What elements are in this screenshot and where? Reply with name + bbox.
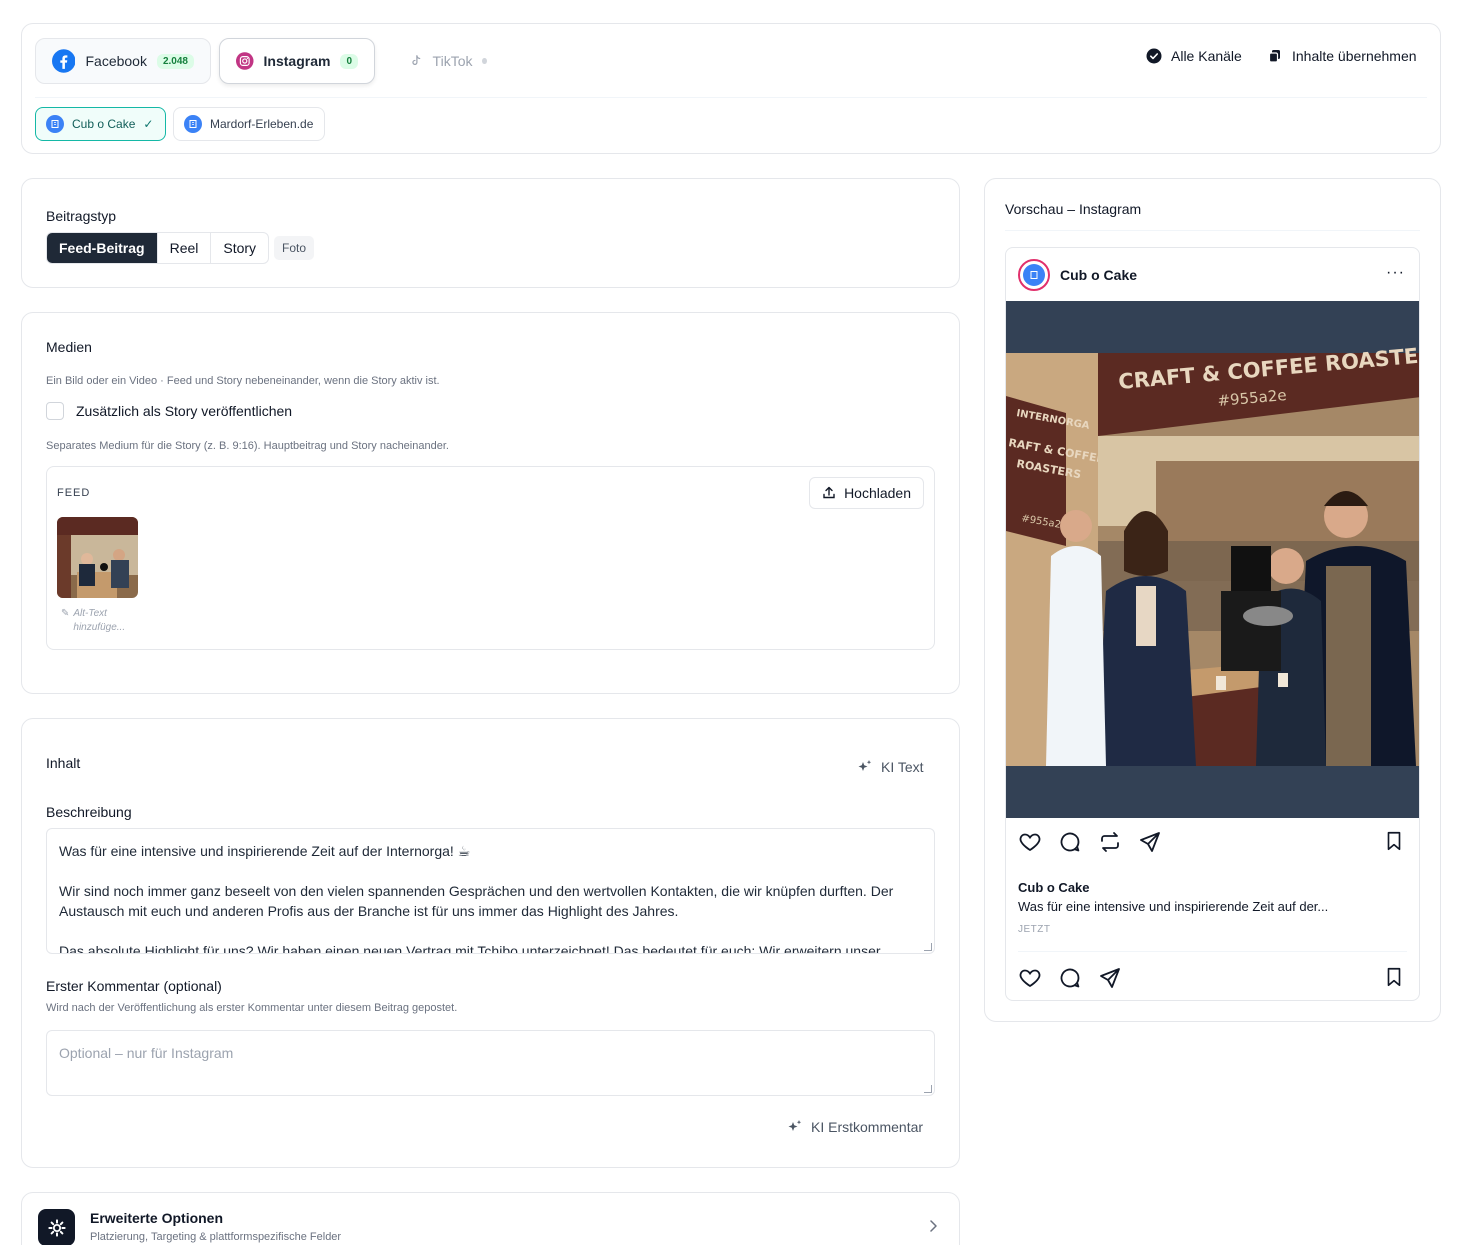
instagram-count-badge: 0 <box>340 53 358 69</box>
copy-content-button[interactable]: Inhalte übernehmen <box>1267 48 1417 64</box>
bookmark-icon[interactable] <box>1383 966 1405 988</box>
copy-icon <box>1268 50 1280 63</box>
section-title: Beitragstyp <box>46 208 117 224</box>
section-title: Medien <box>46 339 92 355</box>
description-textarea[interactable]: Was für eine intensive und inspirierende… <box>46 828 935 954</box>
post-image: CRAFT & COFFEE ROASTE #955a2e INTERNORGA… <box>1006 301 1419 818</box>
facebook-icon <box>52 49 76 73</box>
comment-icon[interactable] <box>1058 966 1082 990</box>
post-account-name: Cub o Cake <box>1060 266 1138 283</box>
post-actions <box>1018 830 1162 854</box>
caption-user: Cub o Cake <box>1018 880 1090 895</box>
first-comment-label: Erster Kommentar (optional) <box>46 978 222 994</box>
advanced-options[interactable]: Erweiterte Optionen Platzierung, Targeti… <box>21 1192 960 1245</box>
post-type-segmented: Feed-Beitrag Reel Story <box>46 232 270 264</box>
post-actions-secondary <box>1018 966 1122 990</box>
repost-icon[interactable] <box>1098 830 1122 854</box>
share-icon[interactable] <box>1138 830 1162 854</box>
post-type-card: Beitragstyp Feed-Beitrag Reel Story Foto <box>21 178 960 288</box>
all-channels-button[interactable]: Alle Kanäle <box>1146 48 1242 64</box>
sparkles-icon <box>858 760 872 771</box>
content-card: Inhalt KI Text Beschreibung Was für eine… <box>21 718 960 1168</box>
tiktok-status-dot <box>482 58 487 64</box>
divider <box>35 97 1427 98</box>
description-line: Das absolute Highlight für uns? Wir habe… <box>59 943 881 954</box>
description-line <box>59 921 922 941</box>
alt-text-label: Alt-Text hinzufüge... <box>73 608 126 633</box>
edit-icon: ✎ <box>61 608 70 619</box>
divider <box>1018 951 1407 952</box>
first-comment-placeholder: Optional – nur für Instagram <box>59 1045 234 1061</box>
tab-tiktok-label: TikTok <box>432 53 473 69</box>
upload-label: Hochladen <box>844 485 911 501</box>
description-line: Was für eine intensive und inspirierende… <box>59 843 471 859</box>
more-options-icon[interactable]: ··· <box>1386 264 1405 282</box>
instagram-preview: Vorschau – Instagram Cub o Cake ··· CRAF… <box>984 178 1441 1022</box>
description-label: Beschreibung <box>46 804 132 820</box>
account-chip-mardorf[interactable]: Mardorf-Erleben.de <box>173 107 325 141</box>
post-type-feed[interactable]: Feed-Beitrag <box>47 233 158 263</box>
chevron-right-icon <box>930 1220 937 1232</box>
caption-text: Was für eine intensive und inspirierende… <box>1018 899 1329 914</box>
instagram-icon <box>236 52 254 70</box>
facebook-count-badge: 2.048 <box>156 53 194 69</box>
building-icon <box>46 115 64 133</box>
copy-content-label: Inhalte übernehmen <box>1292 48 1417 64</box>
channel-selector: Facebook 2.048 Instagram 0 TikTok Alle K… <box>21 23 1441 154</box>
ki-text-label: KI Text <box>881 759 924 775</box>
ki-comment-button[interactable]: KI Erstkommentar <box>787 1119 923 1135</box>
account-label: Mardorf-Erleben.de <box>210 117 314 131</box>
post-type-reel[interactable]: Reel <box>158 233 212 263</box>
tab-instagram[interactable]: Instagram 0 <box>219 38 375 84</box>
heart-icon[interactable] <box>1018 966 1042 990</box>
ki-comment-label: KI Erstkommentar <box>811 1119 924 1135</box>
section-title: Inhalt <box>46 755 81 771</box>
feed-media-box: FEED Hochladen ✎ Alt-Text hinzufüge... <box>46 466 935 650</box>
post-type-story[interactable]: Story <box>211 233 268 263</box>
preview-title: Vorschau – Instagram <box>1005 201 1142 217</box>
ki-text-button[interactable]: KI Text <box>857 759 924 775</box>
alt-text-button[interactable]: ✎ Alt-Text hinzufüge... <box>61 607 133 635</box>
first-comment-hint: Wird nach der Veröffentlichung als erste… <box>46 1002 458 1014</box>
tab-tiktok[interactable]: TikTok <box>393 38 503 84</box>
upload-button[interactable]: Hochladen <box>809 477 924 509</box>
checkmark-icon: ✓ <box>143 117 154 131</box>
description-line <box>59 861 922 881</box>
advanced-subtitle: Platzierung, Targeting & plattformspezif… <box>90 1231 342 1243</box>
media-type-chip: Foto <box>274 236 315 260</box>
feed-thumbnail[interactable] <box>57 517 138 598</box>
all-channels-label: Alle Kanäle <box>1171 48 1242 64</box>
account-chip-cub-o-cake[interactable]: Cub o Cake ✓ <box>35 107 166 141</box>
tiktok-icon <box>412 55 421 65</box>
upload-icon <box>823 486 835 499</box>
gear-icon <box>38 1209 75 1245</box>
tab-instagram-label: Instagram <box>263 53 331 69</box>
story-hint: Separates Medium für die Story (z. B. 9:… <box>46 440 449 452</box>
account-label: Cub o Cake <box>72 117 136 131</box>
comment-icon[interactable] <box>1058 830 1082 854</box>
resize-handle[interactable] <box>924 943 932 951</box>
post-time: JETZT <box>1018 924 1051 935</box>
avatar <box>1018 258 1050 291</box>
divider <box>1005 230 1420 231</box>
advanced-title: Erweiterte Optionen <box>90 1210 224 1226</box>
bookmark-icon[interactable] <box>1383 830 1405 852</box>
first-comment-textarea[interactable]: Optional – nur für Instagram <box>46 1030 935 1096</box>
post-header: Cub o Cake <box>1006 248 1419 301</box>
resize-handle[interactable] <box>924 1085 932 1093</box>
tab-facebook-label: Facebook <box>85 53 147 69</box>
media-hint: Ein Bild oder ein Video · Feed und Story… <box>46 375 440 387</box>
sparkles-icon <box>788 1120 802 1131</box>
building-icon <box>184 115 202 133</box>
tab-facebook[interactable]: Facebook 2.048 <box>35 38 211 84</box>
check-circle-icon <box>1146 48 1162 64</box>
story-checkbox[interactable] <box>46 402 64 420</box>
story-checkbox-label[interactable]: Zusätzlich als Story veröffentlichen <box>76 403 292 419</box>
feed-label: FEED <box>57 487 91 499</box>
media-card: Medien Ein Bild oder ein Video · Feed un… <box>21 312 960 694</box>
share-icon[interactable] <box>1098 966 1122 990</box>
heart-icon[interactable] <box>1018 830 1042 854</box>
description-line: Wir sind noch immer ganz beseelt von den… <box>59 883 894 919</box>
instagram-post: Cub o Cake ··· CRAFT & COFFEE ROASTE #95… <box>1005 247 1420 1001</box>
